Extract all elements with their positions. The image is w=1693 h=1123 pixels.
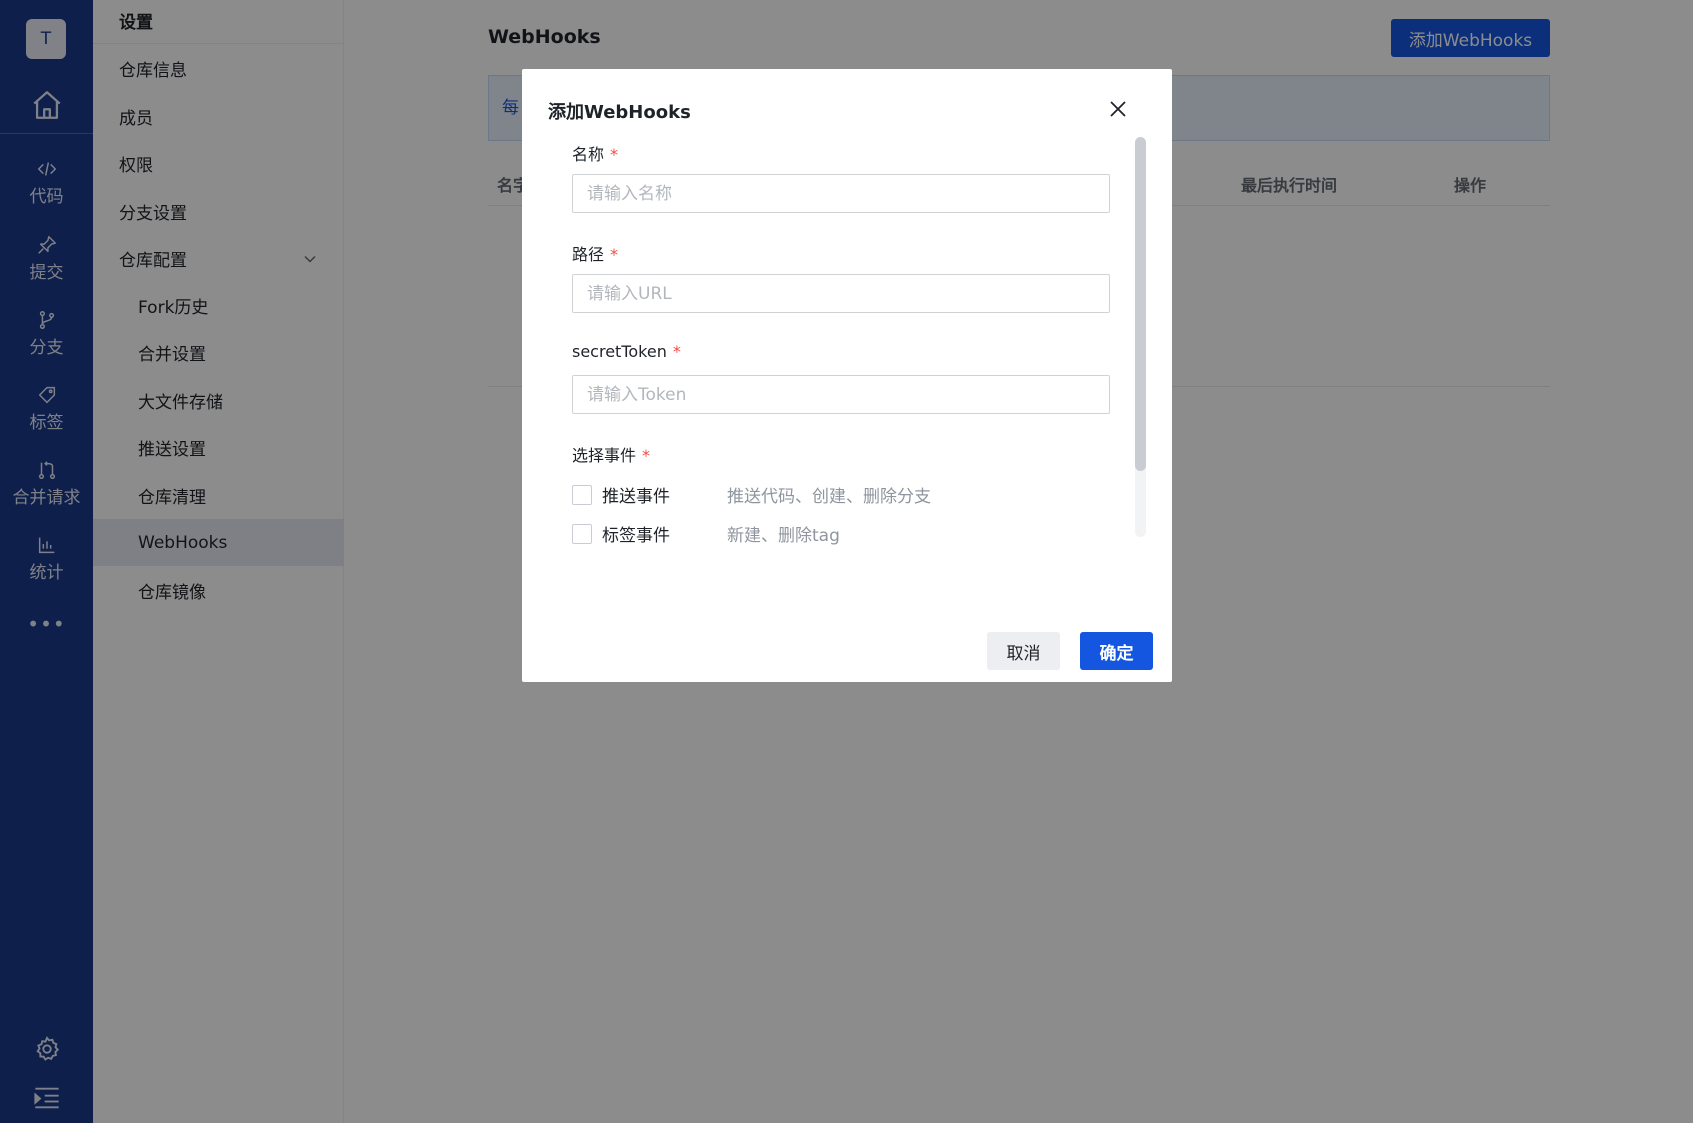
tag-event-desc: 新建、删除tag: [727, 526, 840, 546]
name-label: 名称 *: [572, 141, 618, 165]
tag-event-label: 标签事件: [602, 526, 670, 546]
url-input[interactable]: [572, 274, 1110, 313]
secret-token-label: secretToken *: [572, 342, 681, 361]
close-icon[interactable]: [1108, 99, 1128, 119]
scrollbar-thumb[interactable]: [1135, 137, 1146, 471]
push-event-desc: 推送代码、创建、删除分支: [727, 487, 931, 507]
push-event-label: 推送事件: [602, 487, 670, 507]
confirm-button[interactable]: 确定: [1080, 632, 1153, 670]
required-mark: *: [672, 342, 681, 361]
cancel-button[interactable]: 取消: [987, 632, 1060, 670]
dialog-title: 添加WebHooks: [548, 102, 691, 123]
push-event-checkbox[interactable]: [572, 484, 592, 505]
tag-event-checkbox[interactable]: [572, 523, 592, 544]
secret-token-input[interactable]: [572, 375, 1110, 414]
required-mark: *: [610, 145, 619, 164]
secret-token-label-text: secretToken: [572, 342, 667, 361]
event-option-tag[interactable]: 标签事件 新建、删除tag: [572, 521, 840, 546]
name-label-text: 名称: [572, 145, 605, 164]
dialog-scrollbar[interactable]: [1135, 137, 1146, 537]
events-label: 选择事件 *: [572, 442, 650, 466]
name-input[interactable]: [572, 174, 1110, 213]
required-mark: *: [642, 446, 651, 465]
dialog-form: 名称 * 路径 * secretToken * 选择事件 * 推送事件 推送代码、创建、…: [522, 137, 1172, 607]
add-webhook-dialog: 添加WebHooks 名称 * 路径 * secretToken * 选择事件 * 推送…: [522, 69, 1172, 682]
path-label-text: 路径: [572, 245, 605, 264]
required-mark: *: [610, 245, 619, 264]
path-label: 路径 *: [572, 241, 618, 265]
event-option-push[interactable]: 推送事件 推送代码、创建、删除分支: [572, 482, 931, 507]
events-label-text: 选择事件: [572, 446, 637, 465]
